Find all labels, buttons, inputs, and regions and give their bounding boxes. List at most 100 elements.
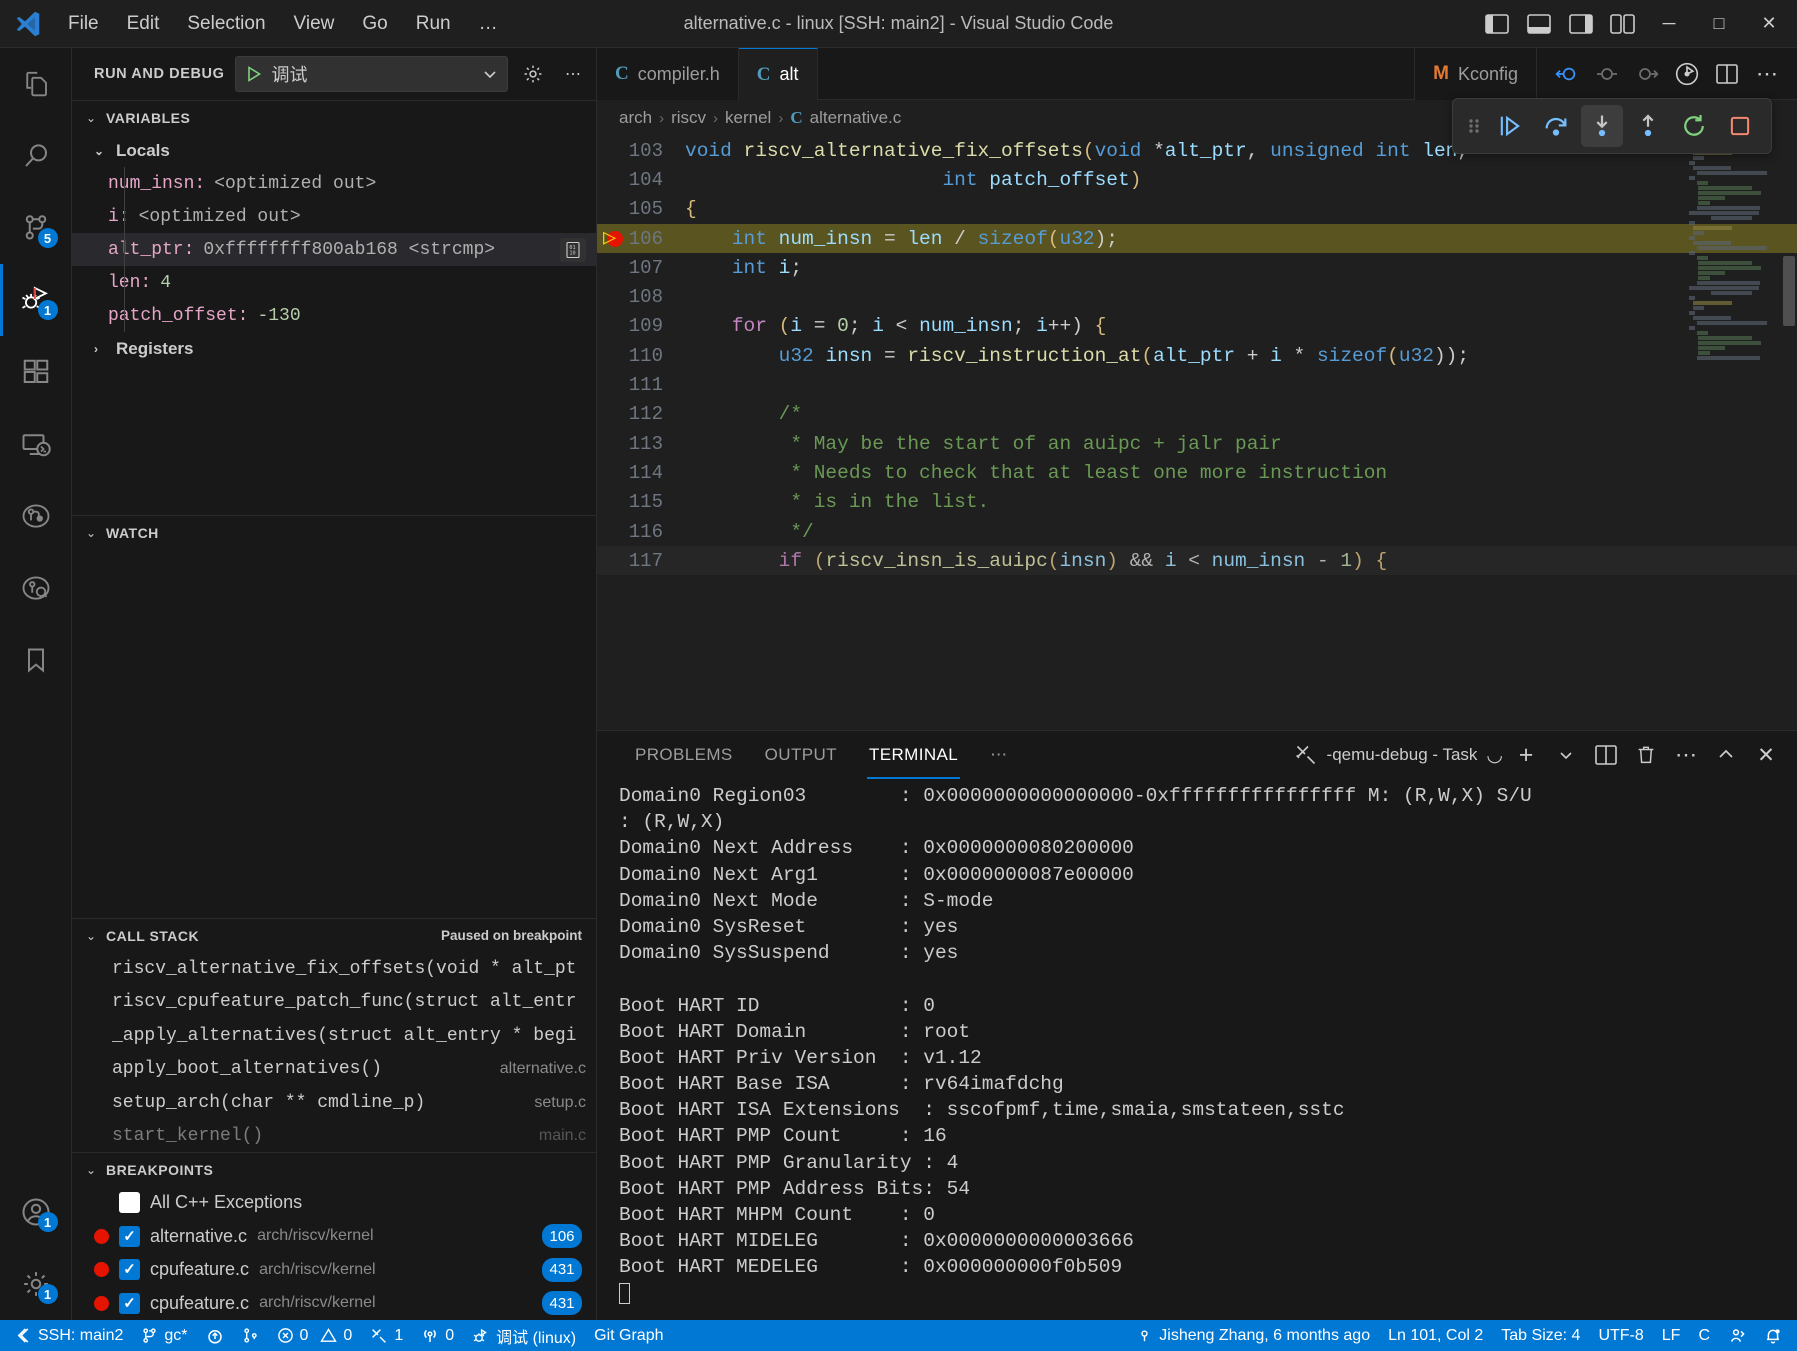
variable-row[interactable]: len: 4	[72, 266, 596, 299]
activity-item-remote-explorer[interactable]	[0, 408, 72, 480]
close-panel-icon[interactable]: ✕	[1749, 738, 1783, 772]
callstack-frame[interactable]: apply_boot_alternatives() alternative.c	[72, 1053, 596, 1087]
variable-row[interactable]: alt_ptr: 0xffffffff800ab168 <strcmp> 011…	[72, 233, 596, 266]
kill-terminal-icon[interactable]	[1629, 738, 1663, 772]
stop-button[interactable]	[1719, 105, 1761, 147]
panel-more-actions-icon[interactable]: ⋯	[1669, 738, 1703, 772]
next-change-icon[interactable]	[1629, 56, 1665, 92]
status-remote-ssh[interactable]: SSH: main2	[6, 1320, 132, 1351]
code-line[interactable]: 115 * is in the list.	[597, 488, 1797, 517]
toggle-primary-sidebar-icon[interactable]	[1477, 4, 1517, 44]
code-line[interactable]: 110 u32 insn = riscv_instruction_at(alt_…	[597, 341, 1797, 370]
activity-item-source-control[interactable]: 5	[0, 192, 72, 264]
code-line[interactable]: 107 int i;	[597, 253, 1797, 282]
activity-item-git-lens[interactable]	[0, 552, 72, 624]
status-problems[interactable]: 0 0	[268, 1320, 362, 1351]
status-notifications[interactable]	[1755, 1320, 1791, 1351]
panel-tab-output[interactable]: OUTPUT	[749, 731, 853, 779]
chevron-down-icon[interactable]	[481, 65, 499, 83]
activity-item-git-graph[interactable]	[0, 480, 72, 552]
menu-more[interactable]: …	[467, 9, 510, 39]
more-actions-icon[interactable]: ⋯	[1749, 56, 1785, 92]
code-line[interactable]: 104 int patch_offset)	[597, 165, 1797, 194]
breadcrumb-item-riscv[interactable]: riscv	[671, 108, 706, 128]
start-debug-icon[interactable]	[244, 64, 264, 84]
sidebar-more-actions-button[interactable]: ⋯	[558, 59, 588, 89]
continue-button[interactable]	[1489, 105, 1531, 147]
breakpoint-row[interactable]: ✓ alternative.c arch/riscv/kernel 106	[72, 1220, 596, 1254]
status-git-graph[interactable]: Git Graph	[585, 1320, 672, 1351]
editor-scrollbar[interactable]	[1783, 256, 1795, 326]
activity-item-run-and-debug[interactable]: 1	[0, 264, 72, 336]
open-launch-json-button[interactable]	[518, 59, 548, 89]
code-line[interactable]: 106▷ int num_insn = len / sizeof(u32);	[597, 224, 1797, 253]
panel-tab-more[interactable]: ⋯	[974, 731, 1023, 779]
split-editor-icon[interactable]	[1709, 56, 1745, 92]
menu-file[interactable]: File	[56, 9, 111, 39]
activity-item-settings[interactable]: 1	[0, 1248, 72, 1320]
window-minimize-button[interactable]: ─	[1645, 1, 1693, 47]
window-maximize-button[interactable]: □	[1695, 1, 1743, 47]
menu-edit[interactable]: Edit	[115, 9, 172, 39]
code-line[interactable]: 117 if (riscv_insn_is_auipc(insn) && i <…	[597, 546, 1797, 575]
callstack-pane-header[interactable]: ⌄ CALL STACK Paused on breakpoint	[72, 918, 596, 952]
activity-item-explorer[interactable]	[0, 48, 72, 120]
breakpoint-row[interactable]: ✓ cpufeature.c arch/riscv/kernel 431	[72, 1287, 596, 1321]
activity-item-accounts[interactable]: 1	[0, 1176, 72, 1248]
panel-tab-problems[interactable]: PROBLEMS	[619, 731, 749, 779]
variable-row[interactable]: i: <optimized out>	[72, 200, 596, 233]
breakpoint-checkbox[interactable]: ✓	[119, 1259, 140, 1280]
maximize-panel-icon[interactable]	[1709, 738, 1743, 772]
code-line[interactable]: 114 * Needs to check that at least one m…	[597, 458, 1797, 487]
step-out-button[interactable]	[1627, 105, 1669, 147]
step-over-button[interactable]	[1535, 105, 1577, 147]
status-encoding[interactable]: UTF-8	[1589, 1320, 1652, 1351]
run-and-debug-icon[interactable]	[1669, 56, 1705, 92]
breadcrumb-item-kernel[interactable]: kernel	[725, 108, 771, 128]
breakpoint-checkbox[interactable]	[119, 1192, 140, 1213]
prev-change-icon[interactable]	[1589, 56, 1625, 92]
menu-view[interactable]: View	[282, 9, 347, 39]
editor-tab-alternative-c[interactable]: C alt	[739, 48, 818, 100]
window-close-button[interactable]: ✕	[1745, 1, 1793, 47]
status-git-branch[interactable]: gc*	[132, 1320, 196, 1351]
callstack-frame[interactable]: setup_arch(char ** cmdline_p) setup.c	[72, 1086, 596, 1120]
code-line[interactable]: 109 for (i = 0; i < num_insn; i++) {	[597, 312, 1797, 341]
code-line[interactable]: 108	[597, 282, 1797, 311]
status-tab-size[interactable]: Tab Size: 4	[1492, 1320, 1589, 1351]
breadcrumb-item-arch[interactable]: arch	[619, 108, 652, 128]
callstack-frame[interactable]: _apply_alternatives(struct alt_entry * b…	[72, 1019, 596, 1053]
status-sync-changes[interactable]	[197, 1320, 233, 1351]
new-terminal-icon[interactable]: +	[1509, 738, 1543, 772]
editor-tab-compiler-h[interactable]: C compiler.h	[597, 48, 739, 100]
breakpoint-row[interactable]: ✓ cpufeature.c arch/riscv/kernel 431	[72, 1253, 596, 1287]
breakpoint-row[interactable]: All C++ Exceptions	[72, 1186, 596, 1220]
variable-row[interactable]: patch_offset: -130	[72, 299, 596, 332]
breakpoints-pane-header[interactable]: ⌄ BREAKPOINTS	[72, 1152, 596, 1186]
step-into-button[interactable]	[1581, 105, 1623, 147]
debug-configuration-select[interactable]: 调试	[235, 56, 508, 92]
status-editor-position[interactable]: Ln 101, Col 2	[1379, 1320, 1492, 1351]
variables-group-locals[interactable]: ⌄ Locals	[72, 134, 596, 167]
breakpoint-checkbox[interactable]: ✓	[119, 1226, 140, 1247]
toggle-panel-icon[interactable]	[1519, 4, 1559, 44]
breadcrumb-item-file[interactable]: alternative.c	[810, 108, 902, 128]
status-live-share[interactable]	[1719, 1320, 1755, 1351]
status-git-blame[interactable]: Jisheng Zhang, 6 months ago	[1127, 1320, 1379, 1351]
status-ports[interactable]: 0	[412, 1320, 463, 1351]
editor-tab-kconfig[interactable]: M Kconfig	[1414, 48, 1537, 100]
go-back-icon[interactable]	[1549, 56, 1585, 92]
callstack-frame[interactable]: riscv_alternative_fix_offsets(void * alt…	[72, 952, 596, 986]
panel-tab-terminal[interactable]: TERMINAL	[853, 731, 974, 779]
code-line[interactable]: 113 * May be the start of an auipc + jal…	[597, 429, 1797, 458]
minimap[interactable]	[1689, 136, 1781, 730]
code-line[interactable]: 112 /*	[597, 400, 1797, 429]
status-language-mode[interactable]: C	[1689, 1320, 1719, 1351]
status-tasks[interactable]: 1	[361, 1320, 412, 1351]
drag-handle-icon[interactable]	[1463, 115, 1485, 137]
activity-item-extensions[interactable]	[0, 336, 72, 408]
menu-run[interactable]: Run	[404, 9, 463, 39]
customize-layout-icon[interactable]	[1603, 4, 1643, 44]
status-git-actions[interactable]	[233, 1320, 268, 1351]
activity-item-search[interactable]	[0, 120, 72, 192]
